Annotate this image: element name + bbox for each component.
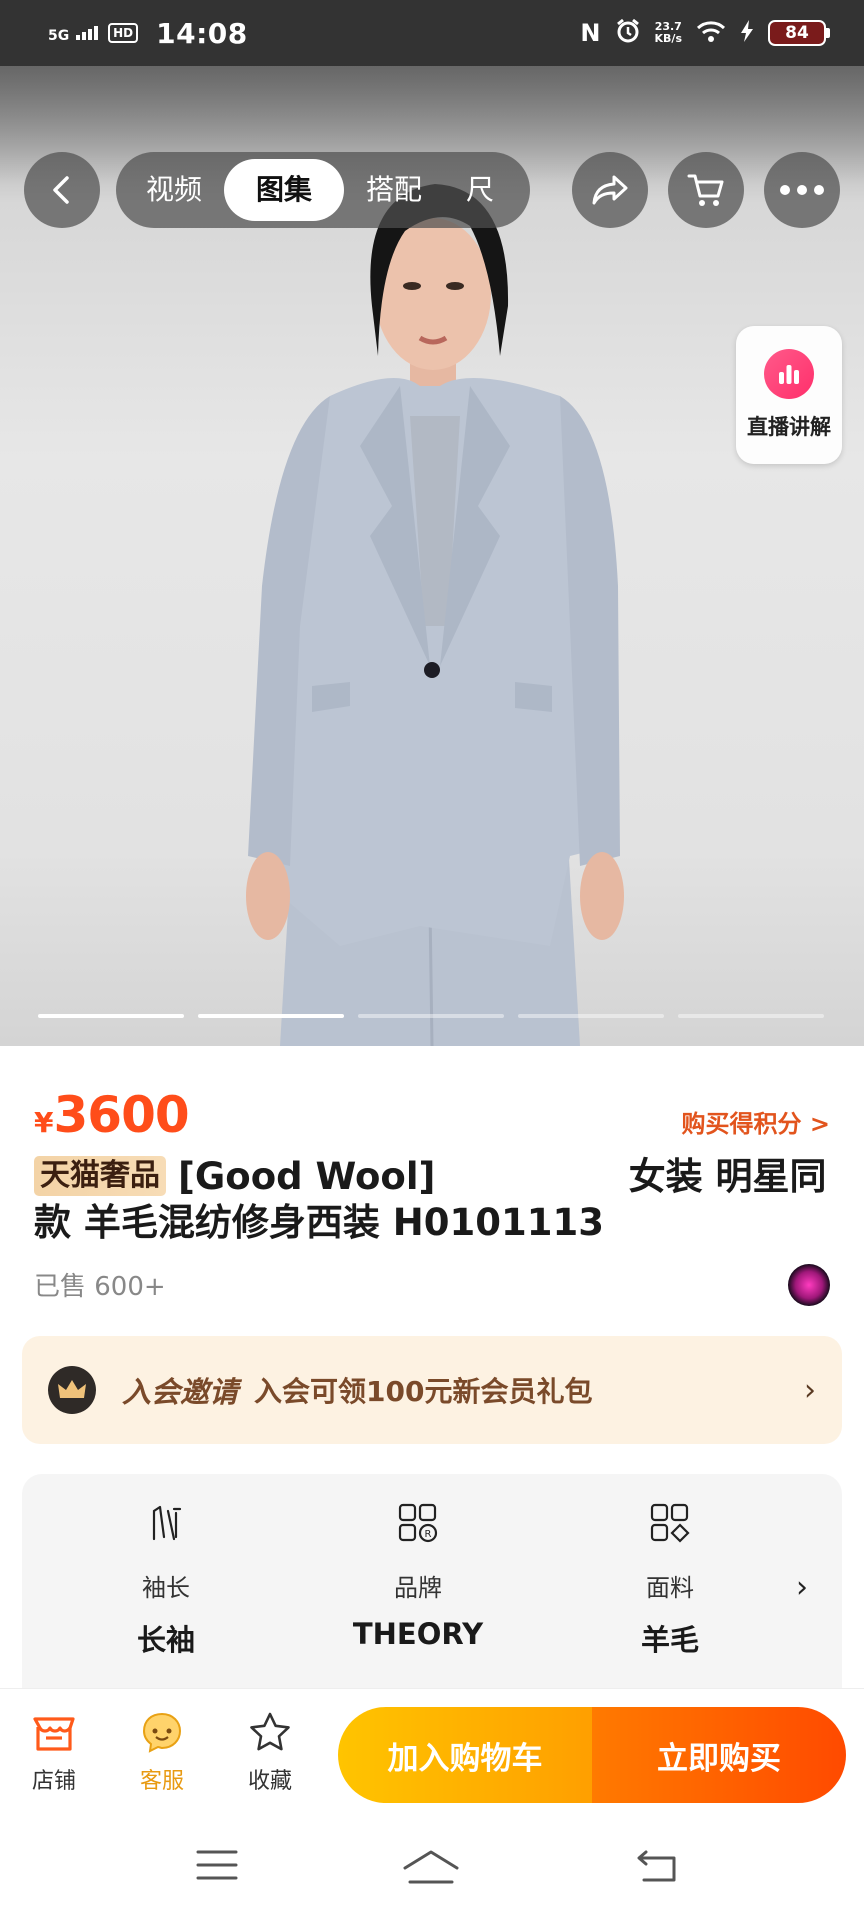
cart-button[interactable] (668, 152, 744, 228)
attribute-fabric: 面料 羊毛 (570, 1500, 770, 1659)
battery-icon: 84 (768, 20, 830, 46)
attribute-value: 羊毛 (640, 1623, 699, 1657)
nfc-icon: N (580, 19, 601, 47)
member-invite-desc: 入会可领100元新会员礼包 (254, 1375, 593, 1408)
customer-service-button[interactable]: 客服 (122, 1711, 202, 1795)
customer-service-label: 客服 (139, 1769, 184, 1794)
crown-icon (48, 1366, 96, 1414)
product-gallery[interactable]: 视频 图集 搭配 尺 直播讲解 (0, 66, 864, 1046)
alarm-icon (615, 18, 641, 48)
tmall-luxury-badge: 天猫奢品 (34, 1156, 166, 1196)
svg-text:R: R (425, 1529, 432, 1540)
attribute-label: 品牌 (394, 1574, 442, 1602)
attribute-sleeve: 袖长 长袖 (66, 1500, 266, 1659)
indicator-3 (358, 1014, 504, 1018)
top-actions (572, 152, 840, 228)
back-icon (53, 176, 69, 204)
battery-level: 84 (768, 20, 826, 46)
fabric-icon (570, 1500, 770, 1546)
more-icon (780, 185, 824, 195)
top-nav: 视频 图集 搭配 尺 (24, 152, 840, 228)
product-title: 天猫奢品 [Good Wool] 女装 明星同款 羊毛混纺修身西装 H010111… (34, 1154, 834, 1246)
buy-now-button[interactable]: 立即购买 (592, 1707, 846, 1803)
product-attributes[interactable]: 袖长 长袖 R 品牌 THEORY 面料 羊毛 › (22, 1474, 842, 1706)
tab-video[interactable]: 视频 (124, 159, 224, 221)
star-icon (250, 1712, 290, 1751)
price: 3600 (53, 1086, 189, 1144)
indicator-1 (38, 1014, 184, 1018)
status-right: N 23.7 KB/s 84 (580, 18, 830, 48)
network-type: 5G (48, 27, 70, 44)
customer-service-icon (142, 1712, 182, 1753)
purchase-buttons: 加入购物车 立即购买 (338, 1707, 846, 1803)
chevron-right-icon: › (804, 1372, 816, 1408)
indicator-4 (518, 1014, 664, 1018)
status-bar: 5G HD 14:08 N 23.7 KB/s 84 (0, 0, 864, 66)
price-row: ¥ 3600 购买得积分 > (34, 1086, 830, 1144)
sleeve-icon (66, 1500, 266, 1546)
signal-icon: 5G (48, 24, 99, 44)
currency-symbol: ¥ (34, 1106, 54, 1139)
attribute-brand: R 品牌 THEORY (318, 1500, 518, 1651)
points-link[interactable]: 购买得积分 > (682, 1104, 830, 1139)
hd-icon: HD (108, 23, 139, 43)
attribute-value: THEORY (352, 1617, 484, 1651)
member-invite-banner[interactable]: 入会邀请 入会可领100元新会员礼包 › (22, 1336, 842, 1444)
indicator-5 (678, 1014, 824, 1018)
menu-icon (196, 1850, 238, 1880)
media-tabs: 视频 图集 搭配 尺 (116, 152, 530, 228)
attributes-chevron-icon[interactable]: › (796, 1570, 808, 1605)
sold-count: 已售 600+ (34, 1272, 166, 1302)
attribute-label: 面料 (646, 1574, 694, 1602)
store-avatar[interactable] (788, 1264, 830, 1306)
attribute-value: 长袖 (136, 1623, 195, 1657)
favorite-button[interactable]: 收藏 (230, 1711, 310, 1795)
back-nav-button[interactable] (636, 1848, 680, 1888)
home-icon (403, 1850, 459, 1884)
brand-icon: R (318, 1500, 518, 1546)
status-left: 5G HD 14:08 (48, 17, 248, 50)
home-button[interactable] (402, 1848, 460, 1890)
store-icon (33, 1717, 75, 1751)
tab-gallery[interactable]: 图集 (224, 159, 345, 221)
wifi-icon (696, 19, 726, 47)
live-chart-icon (764, 349, 814, 399)
speed-unit: KB/s (654, 32, 682, 45)
member-invite-title: 入会邀请 (122, 1375, 239, 1409)
network-speed: 23.7 KB/s (655, 21, 682, 45)
bottom-action-bar: 店铺 客服 收藏 加入购物车 立即购买 (0, 1688, 864, 1818)
charging-icon (740, 19, 754, 47)
favorite-label: 收藏 (247, 1769, 292, 1794)
share-button[interactable] (572, 152, 648, 228)
tab-size[interactable]: 尺 (444, 159, 516, 221)
menu-button[interactable] (196, 1848, 238, 1886)
more-button[interactable] (764, 152, 840, 228)
tab-match[interactable]: 搭配 (344, 159, 444, 221)
indicator-2 (198, 1014, 344, 1018)
back-button[interactable] (24, 152, 100, 228)
cart-icon (687, 174, 724, 206)
system-navigation-bar (0, 1818, 864, 1920)
share-icon (592, 175, 628, 205)
attribute-label: 袖长 (142, 1574, 190, 1602)
clock: 14:08 (156, 16, 248, 50)
store-button[interactable]: 店铺 (14, 1711, 94, 1795)
gallery-indicators (38, 1014, 824, 1018)
live-label: 直播讲解 (747, 415, 831, 439)
back-arrow-icon (637, 1850, 676, 1882)
live-explain-button[interactable]: 直播讲解 (736, 326, 842, 464)
add-to-cart-button[interactable]: 加入购物车 (338, 1707, 592, 1803)
store-label: 店铺 (31, 1769, 76, 1794)
